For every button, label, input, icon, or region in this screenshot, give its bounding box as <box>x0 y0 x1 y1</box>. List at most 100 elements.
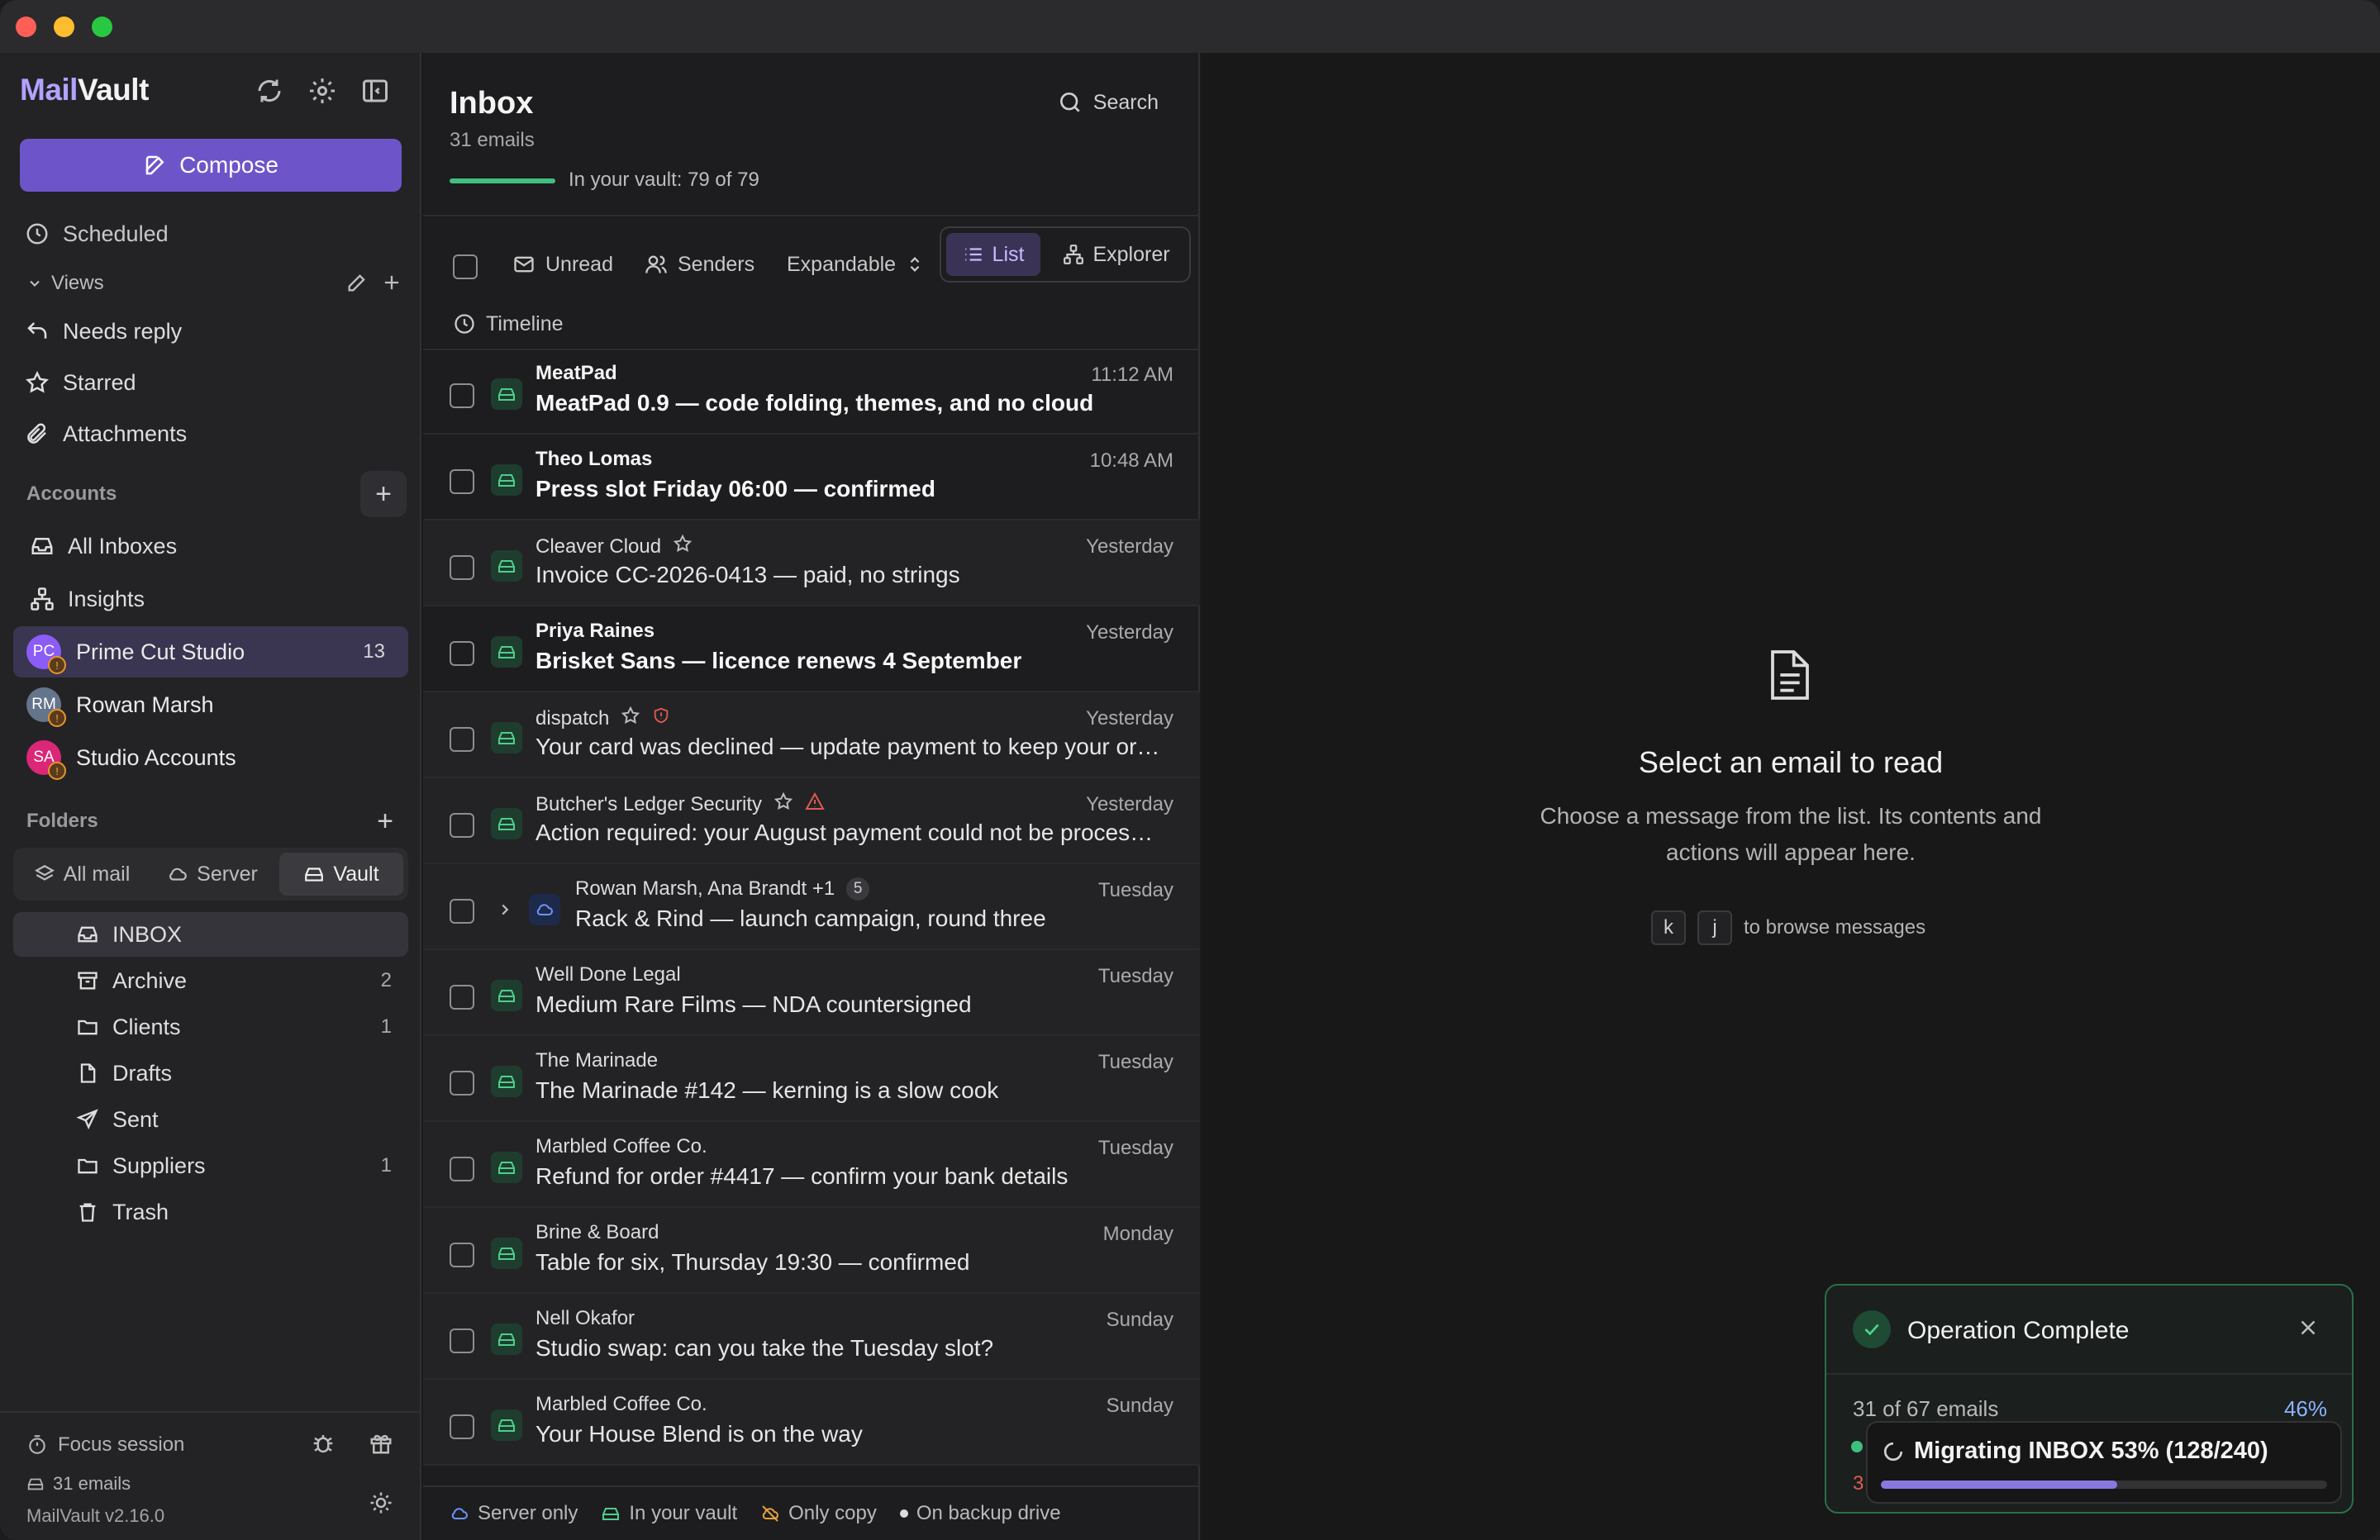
row-checkbox[interactable] <box>450 469 474 494</box>
paperclip-icon <box>27 423 46 444</box>
star-icon[interactable] <box>673 534 693 559</box>
view-needs-reply[interactable]: Needs reply <box>25 312 182 350</box>
search-button[interactable]: Search <box>1057 89 1159 116</box>
focus-session-button[interactable]: Focus session <box>26 1426 184 1464</box>
folder-icon <box>78 1158 98 1174</box>
search-label: Search <box>1092 90 1159 114</box>
tab-server[interactable]: Server <box>149 853 276 896</box>
row-checkbox[interactable] <box>450 899 474 924</box>
refresh-icon[interactable] <box>255 76 284 106</box>
footer-email-count: 31 emails <box>26 1469 131 1499</box>
chevron-right-icon[interactable] <box>489 894 521 925</box>
tab-label: All mail <box>63 862 131 886</box>
view-label: Needs reply <box>63 318 183 344</box>
row-checkbox[interactable] <box>450 383 474 408</box>
sender-name: MeatPad <box>536 362 617 384</box>
view-timeline-button[interactable]: Timeline <box>453 299 564 349</box>
email-row[interactable]: Marbled Coffee Co. Refund for order #4417… <box>423 1122 1200 1208</box>
star-icon[interactable] <box>774 791 793 817</box>
chevron-updown-icon <box>910 257 920 272</box>
folder-sent[interactable]: Sent <box>13 1097 408 1142</box>
legend-server-only: Server only <box>450 1502 578 1525</box>
view-attachments[interactable]: Attachments <box>25 415 187 453</box>
filter-senders[interactable]: Senders <box>645 240 754 289</box>
row-checkbox[interactable] <box>450 1157 474 1181</box>
email-row[interactable]: Butcher's Ledger Security Action required… <box>423 778 1200 864</box>
row-checkbox[interactable] <box>450 813 474 838</box>
email-row[interactable]: Marbled Coffee Co. Your House Blend is on… <box>423 1380 1200 1466</box>
row-checkbox[interactable] <box>450 727 474 752</box>
add-account-button[interactable]: + <box>360 471 407 517</box>
email-sender: Butcher's Ledger Security <box>536 791 825 817</box>
row-checkbox[interactable] <box>450 1071 474 1096</box>
minimize-window-button[interactable] <box>54 17 74 37</box>
email-row[interactable]: Nell Okafor Studio swap: can you take the… <box>423 1294 1200 1380</box>
warning-icon <box>805 791 825 817</box>
account-insights[interactable]: Insights <box>30 580 145 618</box>
star-icon[interactable] <box>621 706 640 731</box>
email-row[interactable]: Cleaver Cloud Invoice CC-2026-0413 — paid… <box>423 520 1200 606</box>
account-prime-cut-studio[interactable]: PC! Prime Cut Studio 13 <box>13 626 408 677</box>
folder-archive[interactable]: Archive 2 <box>13 958 408 1003</box>
row-checkbox[interactable] <box>450 1328 474 1353</box>
folder-drafts[interactable]: Drafts <box>13 1051 408 1096</box>
tab-vault[interactable]: Vault <box>279 853 403 896</box>
email-row[interactable]: dispatch Your card was declined — update … <box>423 692 1200 778</box>
gift-icon[interactable] <box>369 1431 393 1456</box>
folder-inbox[interactable]: INBOX <box>13 912 408 957</box>
view-list-button[interactable]: List <box>946 233 1040 276</box>
views-toggle[interactable]: Views <box>26 264 104 302</box>
view-explorer-button[interactable]: Explorer <box>1050 233 1183 276</box>
row-checkbox[interactable] <box>450 641 474 666</box>
email-row[interactable]: Theo Lomas Press slot Friday 06:00 — conf… <box>423 435 1200 520</box>
row-checkbox[interactable] <box>450 1243 474 1267</box>
reply-icon <box>27 322 47 339</box>
add-folder-button[interactable]: + <box>362 798 408 844</box>
close-icon[interactable] <box>2296 1315 2320 1340</box>
email-sender: Cleaver Cloud <box>536 534 693 559</box>
email-row[interactable]: Well Done Legal Medium Rare Films — NDA c… <box>423 950 1200 1036</box>
email-row[interactable]: Rowan Marsh, Ana Brandt +1 5 Rack & Rind —… <box>423 864 1200 950</box>
email-row[interactable]: MeatPad MeatPad 0.9 — code folding, theme… <box>423 349 1200 435</box>
folder-count: 2 <box>380 969 392 991</box>
collapse-sidebar-icon[interactable] <box>360 76 390 106</box>
hierarchy-icon <box>1064 245 1084 264</box>
filter-unread[interactable]: Unread <box>512 240 613 289</box>
key-j: j <box>1697 910 1732 945</box>
bug-icon[interactable] <box>311 1431 336 1456</box>
expandable-select[interactable]: Expandable <box>787 240 924 289</box>
add-view-icon[interactable] <box>380 271 403 294</box>
account-all-inboxes[interactable]: All Inboxes <box>30 527 177 565</box>
tab-all-mail[interactable]: All mail <box>18 853 145 896</box>
vault-progress-fill <box>450 178 555 183</box>
email-row[interactable]: Brine & Board Table for six, Thursday 19:… <box>423 1208 1200 1294</box>
folder-clients[interactable]: Clients 1 <box>13 1005 408 1049</box>
close-window-button[interactable] <box>16 17 36 37</box>
nav-scheduled[interactable]: Scheduled <box>25 215 169 253</box>
pencil-icon[interactable] <box>345 271 369 294</box>
email-row[interactable]: Priya Raines Brisket Sans — licence renew… <box>423 606 1200 692</box>
nav-scheduled-label: Scheduled <box>63 221 169 246</box>
view-label: Attachments <box>63 421 188 446</box>
view-starred[interactable]: Starred <box>25 364 136 402</box>
compose-button[interactable]: Compose <box>20 139 402 192</box>
email-list-panel: Inbox 31 emails In your vault: 79 of 79 … <box>423 53 1200 1540</box>
email-count: 31 emails <box>450 129 535 151</box>
keyboard-hint: k j to browse messages <box>1651 910 1925 945</box>
document-icon <box>1771 650 1809 700</box>
account-rowan-marsh[interactable]: RM! Rowan Marsh <box>13 679 408 730</box>
email-time: Yesterday <box>1086 535 1173 558</box>
email-row[interactable]: The Marinade The Marinade #142 — kerning … <box>423 1036 1200 1122</box>
folder-trash[interactable]: Trash <box>13 1190 408 1234</box>
sun-icon[interactable] <box>369 1490 393 1515</box>
tab-label: Vault <box>333 862 379 886</box>
row-checkbox[interactable] <box>450 985 474 1010</box>
row-checkbox[interactable] <box>450 1414 474 1439</box>
folder-suppliers[interactable]: Suppliers 1 <box>13 1143 408 1188</box>
zoom-window-button[interactable] <box>92 17 112 37</box>
settings-icon[interactable] <box>307 76 337 106</box>
account-studio-accounts[interactable]: SA! Studio Accounts <box>13 732 408 783</box>
email-sender: Marbled Coffee Co. <box>536 1135 707 1158</box>
row-checkbox[interactable] <box>450 555 474 580</box>
select-all-checkbox[interactable] <box>453 254 478 279</box>
